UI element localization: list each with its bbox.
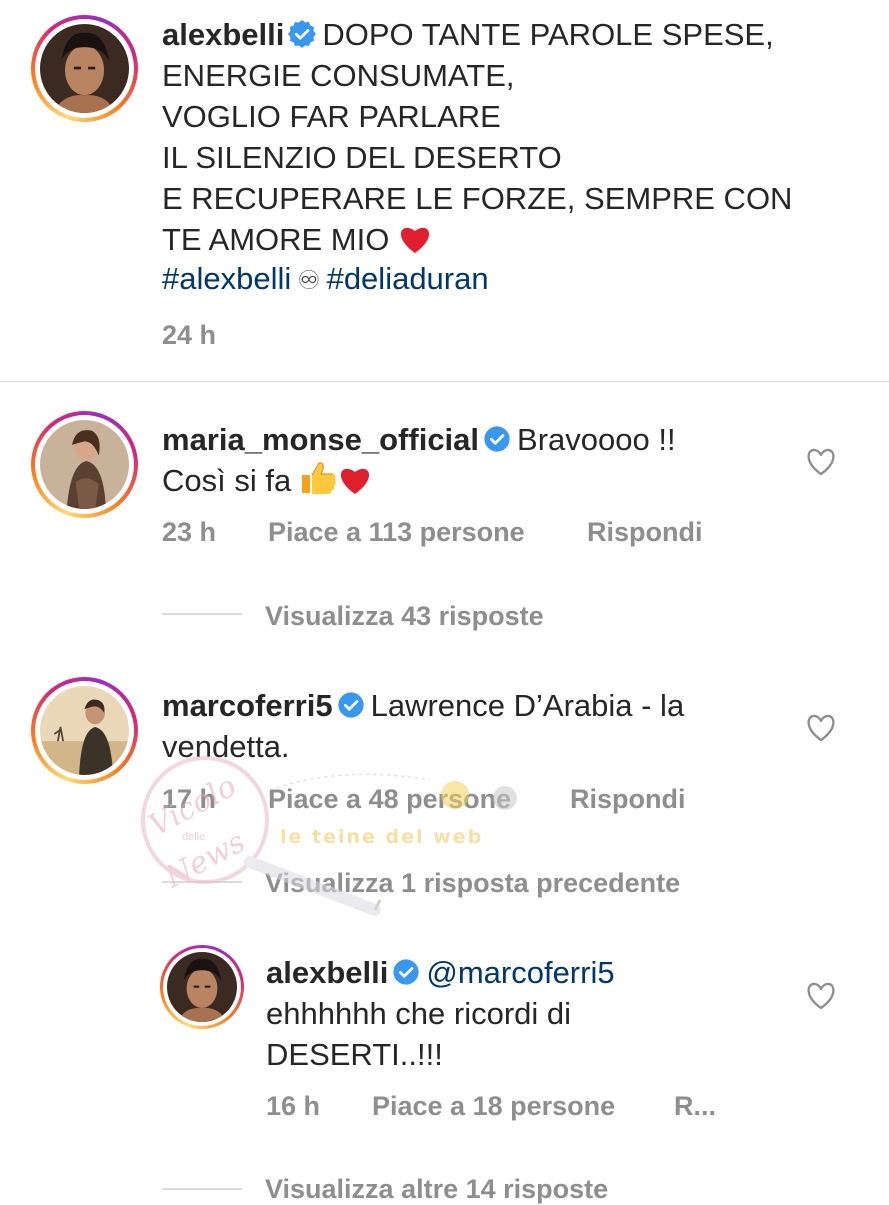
reply-time: 16 h bbox=[266, 1091, 321, 1121]
comment-text-maria-1: Bravoooo !! bbox=[517, 422, 676, 457]
like-heart-icon[interactable] bbox=[806, 448, 836, 476]
verified-badge-icon bbox=[288, 20, 317, 48]
verified-badge-icon bbox=[392, 958, 420, 986]
comment-text-marco-2: vendetta. bbox=[162, 729, 290, 764]
caption-line-6: TE AMORE MIO bbox=[162, 222, 390, 257]
post-caption: alexbelli DOPO TANTE PAROLE SPESE, ENERGI… bbox=[0, 0, 889, 381]
comment-time-maria: 23 h bbox=[162, 517, 217, 547]
comment-text-marco-1: Lawrence D’Arabia - la bbox=[370, 688, 685, 723]
caption-line-4: IL SILENZIO DEL DESERTO bbox=[162, 140, 562, 175]
reply-username-alexbelli[interactable]: alexbelli bbox=[266, 955, 388, 990]
post-timestamp: 24 h bbox=[162, 320, 217, 350]
avatar-photo bbox=[40, 686, 129, 775]
avatar-photo bbox=[167, 952, 237, 1022]
comment-likes-marco[interactable]: Piace a 48 persone bbox=[268, 784, 511, 815]
avatar-maria-monse[interactable] bbox=[31, 411, 138, 518]
red-heart-emoji-icon bbox=[398, 224, 432, 254]
hashtag-deliaduran[interactable]: #deliaduran bbox=[327, 261, 489, 296]
verified-badge-icon bbox=[337, 691, 365, 719]
comment-username-marco[interactable]: marcoferri5 bbox=[162, 688, 333, 723]
red-heart-emoji-icon bbox=[338, 465, 372, 495]
caption-line-5: E RECUPERARE LE FORZE, SEMPRE CON bbox=[162, 181, 793, 216]
hashtag-alexbelli[interactable]: #alexbelli bbox=[162, 261, 291, 296]
post-hashtags: #alexbelli ♾ #deliaduran bbox=[162, 258, 489, 301]
avatar-alexbelli[interactable] bbox=[31, 15, 138, 122]
thumbs-up-emoji-icon bbox=[300, 461, 338, 495]
reply-button-maria[interactable]: Rispondi bbox=[587, 517, 703, 548]
post-username[interactable]: alexbelli bbox=[162, 17, 284, 52]
like-heart-icon[interactable] bbox=[806, 714, 836, 742]
caption-divider bbox=[0, 381, 889, 382]
reply-likes[interactable]: Piace a 18 persone bbox=[372, 1091, 615, 1122]
avatar-marcoferri[interactable] bbox=[31, 677, 138, 784]
caption-line-2: ENERGIE CONSUMATE, bbox=[162, 58, 515, 93]
reply-text-2: DESERTI..!!! bbox=[266, 1037, 443, 1072]
view-more-replies-button[interactable]: Visualizza altre 14 risposte bbox=[265, 1174, 608, 1205]
comment-time-marco: 17 h bbox=[162, 784, 217, 814]
replies-divider bbox=[162, 613, 242, 615]
verified-badge-icon bbox=[483, 425, 511, 453]
avatar-alexbelli-reply[interactable] bbox=[160, 945, 244, 1029]
comment-likes-maria[interactable]: Piace a 113 persone bbox=[268, 517, 525, 548]
infinity-emoji-icon: ♾ bbox=[297, 265, 321, 295]
comment-username-maria[interactable]: maria_monse_official bbox=[162, 422, 479, 457]
reply-button-marco[interactable]: Rispondi bbox=[570, 784, 686, 815]
svg-text:News: News bbox=[158, 824, 250, 895]
like-heart-icon[interactable] bbox=[806, 982, 836, 1010]
svg-text:le teine del web: le teine del web bbox=[280, 826, 483, 848]
mention-marcoferri5[interactable]: @marcoferri5 bbox=[426, 955, 614, 990]
caption-line-1: DOPO TANTE PAROLE SPESE, bbox=[322, 17, 774, 52]
reply-button-nested[interactable]: R... bbox=[674, 1091, 716, 1122]
caption-line-3: VOGLIO FAR PARLARE bbox=[162, 99, 501, 134]
replies-divider bbox=[162, 1188, 242, 1190]
view-previous-replies-button[interactable]: Visualizza 1 risposta precedente bbox=[265, 868, 680, 899]
view-replies-button-maria[interactable]: Visualizza 43 risposte bbox=[265, 601, 544, 632]
svg-text:delle: delle bbox=[182, 831, 205, 843]
comment-text-maria-2: Così si fa bbox=[162, 463, 292, 498]
replies-divider bbox=[162, 881, 242, 883]
avatar-photo bbox=[40, 24, 129, 113]
avatar-photo bbox=[40, 420, 129, 509]
reply-text-1: ehhhhhh che ricordi di bbox=[266, 996, 572, 1031]
